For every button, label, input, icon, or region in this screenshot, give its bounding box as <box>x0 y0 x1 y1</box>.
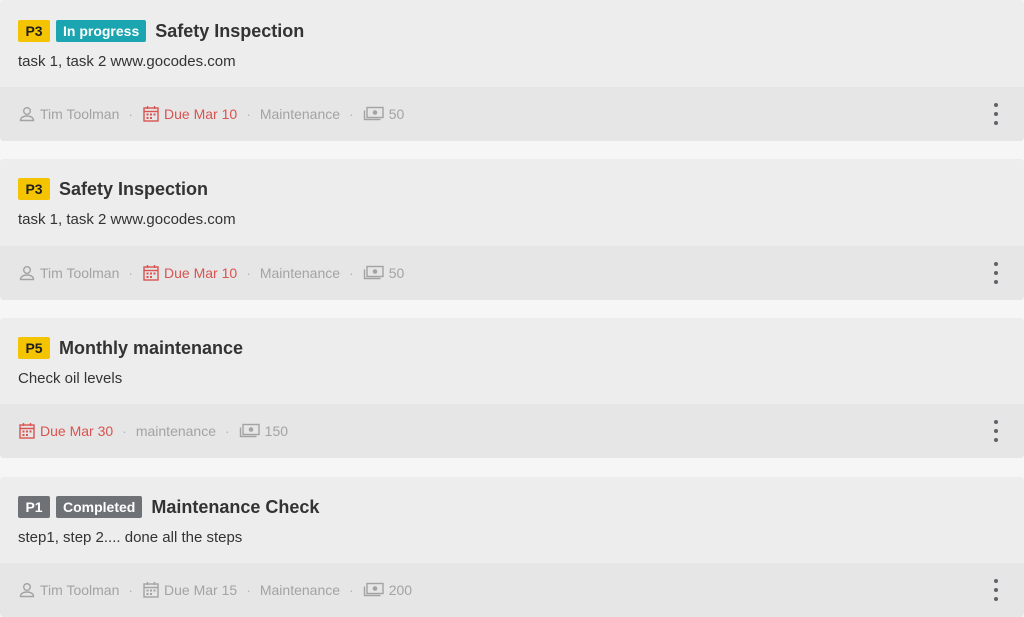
cost: 150 <box>239 423 288 439</box>
cost: 50 <box>363 265 405 281</box>
cost: 50 <box>363 106 405 122</box>
priority-badge: P3 <box>18 20 50 42</box>
assignee-name: Tim Toolman <box>40 582 120 598</box>
work-order-title[interactable]: Safety Inspection <box>155 21 304 42</box>
work-order-card[interactable]: P3 In progress Safety Inspection task 1,… <box>0 0 1024 141</box>
priority-badge: P5 <box>18 337 50 359</box>
work-order-description: task 1, task 2 www.gocodes.com <box>18 53 236 70</box>
due-label: Due Mar 10 <box>164 106 238 122</box>
due-date: Due Mar 10 <box>142 105 237 123</box>
money-icon <box>363 106 384 121</box>
separator: · <box>128 265 134 281</box>
separator: · <box>128 582 134 598</box>
user-icon <box>19 266 35 281</box>
work-order-title[interactable]: Safety Inspection <box>59 179 208 200</box>
cost-value: 50 <box>388 265 405 281</box>
more-vertical-icon[interactable] <box>988 579 1004 601</box>
priority-badge: P3 <box>18 178 50 200</box>
cost-value: 150 <box>264 423 289 439</box>
calendar-icon <box>143 582 159 598</box>
user-icon <box>19 107 35 122</box>
more-vertical-icon[interactable] <box>988 262 1004 284</box>
cost: 200 <box>363 582 412 598</box>
more-vertical-icon[interactable] <box>988 103 1004 125</box>
work-order-title[interactable]: Maintenance Check <box>151 497 319 518</box>
due-label: Due Mar 10 <box>164 265 238 281</box>
more-vertical-icon[interactable] <box>988 420 1004 442</box>
work-order-card[interactable]: P5 Monthly maintenance Check oil levels … <box>0 318 1024 458</box>
work-order-description: task 1, task 2 www.gocodes.com <box>18 211 236 228</box>
title-row: P3 In progress Safety Inspection <box>18 16 1006 46</box>
due-date: Due Mar 30 <box>18 422 113 440</box>
separator: · <box>349 106 354 122</box>
card-footer: Due Mar 30 · maintenance · 150 <box>0 404 1024 458</box>
due-date: Due Mar 10 <box>142 264 237 282</box>
separator: · <box>246 582 251 598</box>
due-label: Due Mar 30 <box>40 423 114 439</box>
category: Maintenance <box>259 106 341 122</box>
calendar-icon <box>143 265 159 281</box>
card-footer: Tim Toolman · Due Mar 10 · Maintenance ·… <box>0 87 1024 141</box>
assignee: Tim Toolman <box>18 264 119 282</box>
separator: · <box>349 265 354 281</box>
category: Maintenance <box>259 582 341 598</box>
calendar-icon <box>19 423 35 439</box>
due-date: Due Mar 15 <box>142 581 237 599</box>
work-order-card[interactable]: P1 Completed Maintenance Check step1, st… <box>0 477 1024 617</box>
separator: · <box>246 265 251 281</box>
work-order-card[interactable]: P3 Safety Inspection task 1, task 2 www.… <box>0 159 1024 300</box>
user-icon <box>19 583 35 598</box>
assignee: Tim Toolman <box>18 105 119 123</box>
separator: · <box>349 582 354 598</box>
assignee-name: Tim Toolman <box>40 265 120 281</box>
due-label: Due Mar 15 <box>164 582 238 598</box>
card-footer: Tim Toolman · Due Mar 15 · Maintenance ·… <box>0 563 1024 617</box>
separator: · <box>225 423 230 439</box>
category: maintenance <box>135 423 216 439</box>
title-row: P5 Monthly maintenance <box>18 333 1006 363</box>
assignee: Tim Toolman <box>18 581 119 599</box>
title-row: P1 Completed Maintenance Check <box>18 492 1006 522</box>
status-badge: In progress <box>56 20 147 42</box>
money-icon <box>363 265 384 280</box>
money-icon <box>363 582 384 597</box>
separator: · <box>246 106 251 122</box>
calendar-icon <box>143 106 159 122</box>
money-icon <box>239 423 260 438</box>
work-order-title[interactable]: Monthly maintenance <box>59 338 243 359</box>
category: Maintenance <box>259 265 341 281</box>
work-order-list: P3 In progress Safety Inspection task 1,… <box>0 0 1024 617</box>
assignee-name: Tim Toolman <box>40 106 120 122</box>
work-order-description: step1, step 2.... done all the steps <box>18 529 243 546</box>
separator: · <box>128 106 134 122</box>
priority-badge: P1 <box>18 496 50 518</box>
title-row: P3 Safety Inspection <box>18 174 1006 204</box>
work-order-description: Check oil levels <box>18 370 123 387</box>
cost-value: 200 <box>388 582 413 598</box>
separator: · <box>122 423 127 439</box>
card-footer: Tim Toolman · Due Mar 10 · Maintenance ·… <box>0 246 1024 300</box>
cost-value: 50 <box>388 106 405 122</box>
status-badge: Completed <box>56 496 143 518</box>
